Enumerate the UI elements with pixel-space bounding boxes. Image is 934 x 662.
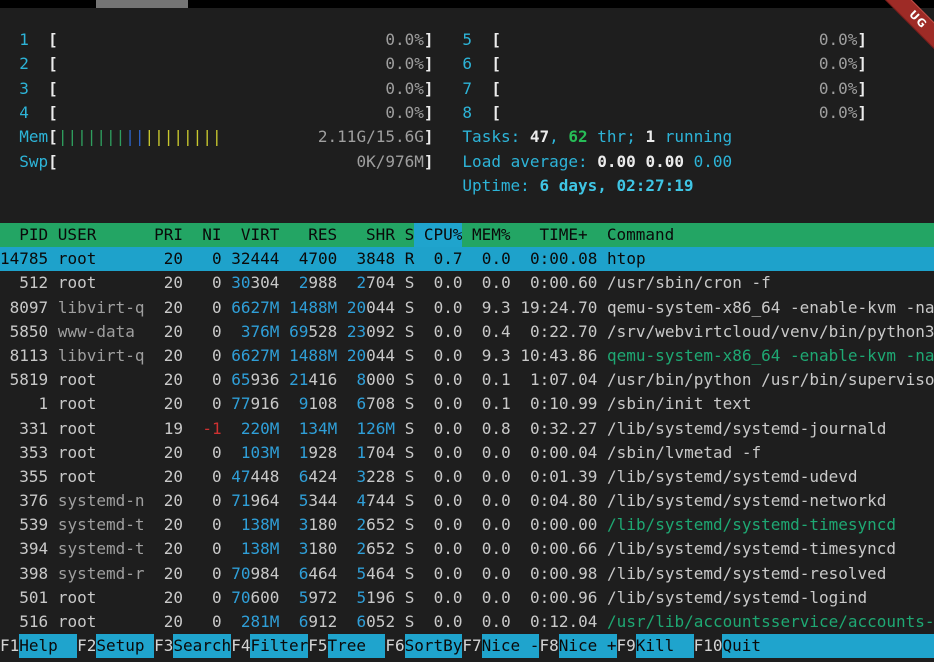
fnlabel-f7[interactable]: Nice - — [482, 634, 540, 658]
fnlabel-f9[interactable]: Kill — [636, 634, 694, 658]
process-row-501[interactable]: 501 root 20 0 70600 5972 5196 S 0.0 0.0 … — [0, 586, 934, 610]
cpu-meter-row-4-8: 4 [ 0.0%] 8 [ 0.0%] — [0, 101, 934, 125]
header-sort-column-cpu[interactable]: CPU% — [414, 223, 462, 247]
uptime-row: Uptime: 6 days, 02:27:19 — [0, 174, 934, 198]
cpu-meter-row-3-7: 3 [ 0.0%] 7 [ 0.0%] — [0, 77, 934, 101]
function-key-bar: F1Help F2Setup F3SearchF4FilterF5Tree F6… — [0, 634, 934, 658]
header-right[interactable]: MEM% TIME+ Command — [462, 225, 934, 244]
fnkey-f8[interactable]: F8 — [539, 634, 558, 658]
fnlabel-f10[interactable]: Quit — [722, 634, 934, 658]
header-left[interactable]: PID USER PRI NI VIRT RES SHR S — [0, 225, 414, 244]
fnkey-f10[interactable]: F10 — [694, 634, 723, 658]
process-row-1[interactable]: 1 root 20 0 77916 9108 6708 S 0.0 0.1 0:… — [0, 392, 934, 416]
fnlabel-f2[interactable]: Setup — [96, 634, 154, 658]
terminal-tab[interactable] — [96, 0, 188, 8]
fnlabel-f3[interactable]: Search — [173, 634, 231, 658]
process-row-355[interactable]: 355 root 20 0 47448 6424 3228 S 0.0 0.0 … — [0, 465, 934, 489]
table-header[interactable]: PID USER PRI NI VIRT RES SHR S CPU% MEM%… — [0, 223, 934, 247]
process-row-8113[interactable]: 8113 libvirt-q 20 0 6627M 1488M 20044 S … — [0, 344, 934, 368]
fnkey-f4[interactable]: F4 — [231, 634, 250, 658]
fnkey-f2[interactable]: F2 — [77, 634, 96, 658]
cpu-meter-row-2-6: 2 [ 0.0%] 6 [ 0.0%] — [0, 52, 934, 76]
process-row-516[interactable]: 516 root 20 0 281M 6912 6052 S 0.0 0.0 0… — [0, 610, 934, 634]
mem-meter-and-tasks: Mem[||||||||||||||||| 2.11G/15.6G] Tasks… — [0, 125, 934, 149]
process-row-331[interactable]: 331 root 19 -1 220M 134M 126M S 0.0 0.8 … — [0, 417, 934, 441]
fnlabel-f6[interactable]: SortBy — [405, 634, 463, 658]
swp-meter-and-load-average: Swp[ 0K/976M] Load average: 0.00 0.00 0.… — [0, 150, 934, 174]
fnlabel-f5[interactable]: Tree — [328, 634, 386, 658]
fnlabel-f4[interactable]: Filter — [250, 634, 308, 658]
cpu-meter-row-1-5: 1 [ 0.0%] 5 [ 0.0%] — [0, 28, 934, 52]
fnlabel-f1[interactable]: Help — [19, 634, 77, 658]
process-row-8097[interactable]: 8097 libvirt-q 20 0 6627M 1488M 20044 S … — [0, 296, 934, 320]
table-body: 14785 root 20 0 32444 4700 3848 R 0.7 0.… — [0, 247, 934, 634]
process-row-539[interactable]: 539 systemd-t 20 0 138M 3180 2652 S 0.0 … — [0, 513, 934, 537]
process-row-14785[interactable]: 14785 root 20 0 32444 4700 3848 R 0.7 0.… — [0, 247, 934, 271]
fnkey-f9[interactable]: F9 — [617, 634, 636, 658]
process-row-5819[interactable]: 5819 root 20 0 65936 21416 8000 S 0.0 0.… — [0, 368, 934, 392]
process-row-398[interactable]: 398 systemd-r 20 0 70984 6464 5464 S 0.0… — [0, 562, 934, 586]
fnkey-f1[interactable]: F1 — [0, 634, 19, 658]
process-row-512[interactable]: 512 root 20 0 30304 2988 2704 S 0.0 0.0 … — [0, 271, 934, 295]
fnkey-f7[interactable]: F7 — [462, 634, 481, 658]
fnkey-f6[interactable]: F6 — [385, 634, 404, 658]
fnlabel-f8[interactable]: Nice + — [559, 634, 617, 658]
fnkey-f3[interactable]: F3 — [154, 634, 173, 658]
htop-header-meters: 1 [ 0.0%] 5 [ 0.0%] 2 [ 0.0%] 6 [ 0.0%] … — [0, 28, 934, 198]
process-row-353[interactable]: 353 root 20 0 103M 1928 1704 S 0.0 0.0 0… — [0, 441, 934, 465]
process-row-394[interactable]: 394 systemd-t 20 0 138M 3180 2652 S 0.0 … — [0, 537, 934, 561]
process-table: PID USER PRI NI VIRT RES SHR S CPU% MEM%… — [0, 223, 934, 634]
process-row-376[interactable]: 376 systemd-n 20 0 71964 5344 4744 S 0.0… — [0, 489, 934, 513]
fnkey-f5[interactable]: F5 — [308, 634, 327, 658]
process-row-5850[interactable]: 5850 www-data 20 0 376M 69528 23092 S 0.… — [0, 320, 934, 344]
